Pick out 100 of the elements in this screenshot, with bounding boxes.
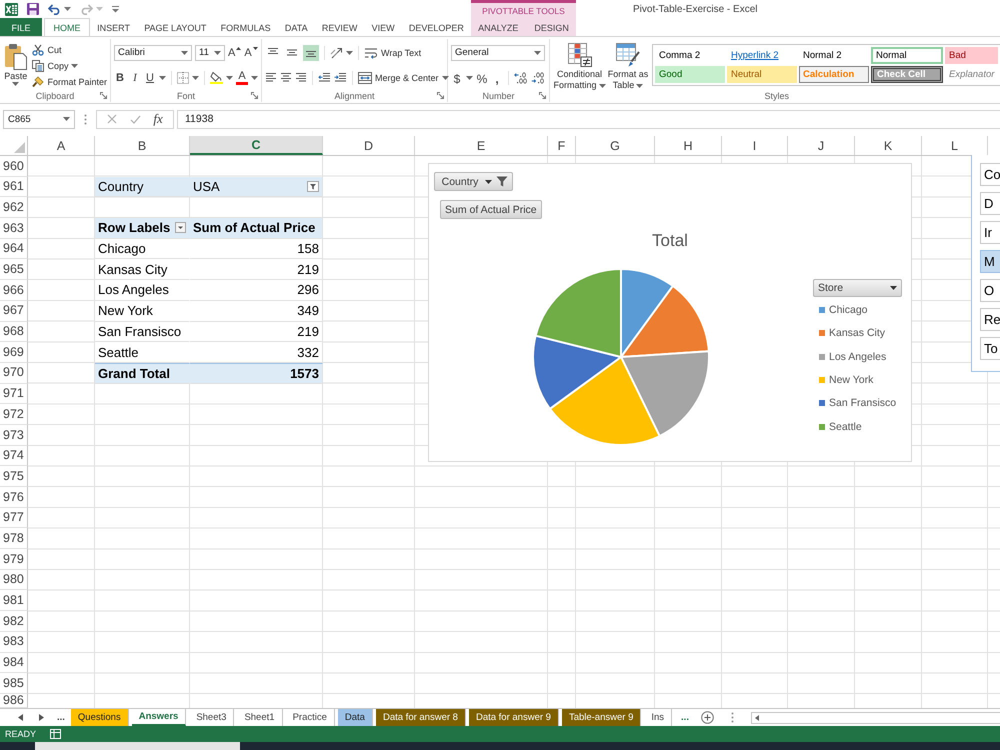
format-as-table-button[interactable]: Format as Table bbox=[606, 41, 650, 89]
ribbon-tab[interactable]: DATA bbox=[278, 18, 315, 36]
bold-button[interactable]: B bbox=[114, 70, 126, 86]
ribbon-tab[interactable]: VIEW bbox=[364, 18, 402, 36]
sheet-icon[interactable] bbox=[50, 729, 62, 739]
dialog-launcher-icon[interactable] bbox=[251, 92, 258, 99]
add-sheet-icon[interactable] bbox=[700, 711, 714, 724]
ribbon-tab[interactable]: HOME bbox=[44, 18, 90, 36]
scroll-left-icon[interactable] bbox=[18, 714, 23, 721]
customize-toolbar-icon[interactable] bbox=[112, 6, 119, 12]
conditional-formatting-button[interactable]: Conditional Formatting bbox=[553, 41, 606, 89]
column-header[interactable]: D bbox=[323, 136, 415, 155]
column-header[interactable]: G bbox=[576, 136, 655, 155]
ribbon-tab[interactable]: DESIGN bbox=[526, 18, 577, 36]
cell-style-item[interactable]: Good bbox=[655, 66, 725, 83]
caret-icon[interactable] bbox=[64, 7, 71, 11]
font-name-dropdown[interactable]: Calibri bbox=[114, 44, 192, 60]
grow-font-button[interactable]: A bbox=[228, 44, 242, 60]
slicer-item[interactable]: Re bbox=[980, 308, 1000, 331]
increase-indent-icon[interactable] bbox=[334, 72, 347, 83]
vertical-align-button[interactable] bbox=[303, 44, 319, 60]
horizontal-scrollbar[interactable] bbox=[750, 712, 1000, 724]
dialog-launcher-icon[interactable] bbox=[539, 92, 546, 99]
name-box[interactable]: C865 bbox=[3, 110, 75, 128]
spreadsheet-logo-icon[interactable] bbox=[5, 2, 18, 16]
underline-button[interactable]: U bbox=[144, 70, 156, 86]
cell-style-item[interactable]: Neutral bbox=[727, 66, 797, 83]
slicer-item[interactable]: Co bbox=[980, 163, 1000, 186]
cell-style-item[interactable]: Normal bbox=[871, 47, 943, 64]
percent-button[interactable]: % bbox=[476, 70, 488, 86]
column-header[interactable]: E bbox=[415, 136, 548, 155]
scroll-left-icon[interactable] bbox=[754, 714, 759, 720]
ribbon-tab[interactable]: PAGE LAYOUT bbox=[137, 18, 214, 36]
vertical-dots-icon[interactable] bbox=[84, 114, 87, 124]
insert-function-button[interactable]: fx bbox=[153, 111, 163, 127]
dialog-launcher-icon[interactable] bbox=[100, 92, 107, 99]
orientation-icon[interactable] bbox=[330, 46, 343, 58]
increase-decimal-icon[interactable] bbox=[514, 72, 528, 84]
sheet-tab[interactable]: Questions bbox=[70, 709, 129, 726]
country-field-button[interactable]: Country bbox=[434, 172, 513, 191]
slicer-item[interactable]: O bbox=[980, 279, 1000, 302]
wrap-text-button[interactable]: Wrap Text bbox=[364, 45, 422, 60]
ribbon-tab[interactable]: INSERT bbox=[90, 18, 138, 36]
italic-button[interactable]: I bbox=[129, 70, 141, 86]
cell-style-item[interactable]: Normal 2 bbox=[799, 47, 869, 64]
formula-input[interactable]: 11938 bbox=[177, 110, 1000, 128]
caret-icon[interactable] bbox=[466, 76, 473, 80]
column-header[interactable]: F bbox=[548, 136, 576, 155]
save-icon[interactable] bbox=[27, 3, 39, 15]
fill-color-icon[interactable] bbox=[210, 71, 223, 84]
cut-button[interactable]: Cut bbox=[32, 42, 107, 57]
copy-button[interactable]: Copy bbox=[32, 58, 107, 73]
cell-style-item[interactable]: Comma 2 bbox=[655, 47, 725, 64]
ribbon-tab[interactable]: DEVELOPER bbox=[402, 18, 472, 36]
slicer-item[interactable]: M bbox=[980, 250, 1000, 273]
ribbon-tab[interactable]: REVIEW bbox=[314, 18, 364, 36]
slicer-item[interactable]: D bbox=[980, 192, 1000, 215]
caret-icon[interactable] bbox=[159, 76, 166, 80]
ribbon-tab[interactable]: ANALYZE bbox=[470, 18, 526, 36]
filter-icon[interactable] bbox=[307, 181, 319, 192]
caret-icon[interactable] bbox=[346, 50, 353, 54]
more-sheets-button[interactable]: ... bbox=[57, 712, 65, 723]
slicer-item[interactable]: To bbox=[980, 337, 1000, 360]
decrease-decimal-icon[interactable] bbox=[531, 72, 545, 84]
number-format-dropdown[interactable]: General bbox=[451, 44, 545, 60]
column-header[interactable]: I bbox=[722, 136, 788, 155]
more-sheets-button[interactable]: ... bbox=[681, 712, 689, 723]
comma-style-button[interactable]: , bbox=[491, 70, 503, 86]
caret-icon[interactable] bbox=[251, 76, 258, 80]
currency-button[interactable]: $ bbox=[451, 70, 463, 86]
merge-center-button[interactable]: Merge & Center bbox=[358, 70, 449, 85]
dialog-launcher-icon[interactable] bbox=[437, 92, 444, 99]
paste-button[interactable]: Paste bbox=[3, 41, 28, 89]
cell-style-item[interactable]: Hyperlink 2 bbox=[727, 47, 797, 64]
borders-icon[interactable] bbox=[177, 72, 189, 84]
value-field-button[interactable]: Sum of Actual Price bbox=[440, 200, 542, 219]
decrease-indent-icon[interactable] bbox=[318, 72, 331, 83]
ribbon-tab[interactable]: FORMULAS bbox=[214, 18, 278, 36]
cell-style-item[interactable]: Bad bbox=[945, 47, 998, 64]
vertical-dots-icon[interactable] bbox=[730, 712, 734, 723]
format-painter-button[interactable]: Format Painter bbox=[32, 74, 107, 89]
sheet-tab[interactable]: Data for answer 9 bbox=[468, 709, 559, 726]
shrink-font-button[interactable]: A bbox=[244, 44, 258, 60]
sheet-tab[interactable]: Data bbox=[338, 709, 373, 726]
sheet-tab[interactable]: Answers bbox=[132, 709, 186, 726]
slicer-item[interactable]: Ir bbox=[980, 221, 1000, 244]
caret-icon[interactable] bbox=[192, 76, 199, 80]
font-size-dropdown[interactable]: 11 bbox=[195, 44, 225, 60]
sheet-tab[interactable]: Table-answer 9 bbox=[562, 709, 642, 726]
dropdown-icon[interactable] bbox=[175, 222, 186, 234]
column-header[interactable]: H bbox=[655, 136, 722, 155]
file-tab[interactable]: FILE bbox=[0, 18, 42, 36]
cell-style-item[interactable]: Explanator bbox=[945, 66, 998, 83]
chart-area[interactable]: Country Sum of Actual Price Total Store Chicago Kansas City Los Angeles New York San Fransisco Seattle bbox=[428, 163, 912, 462]
undo-icon[interactable] bbox=[48, 4, 61, 14]
sheet-tab[interactable]: Data for answer 8 bbox=[376, 709, 466, 726]
column-header[interactable]: C bbox=[190, 136, 323, 155]
legend-field-button[interactable]: Store bbox=[813, 279, 902, 297]
font-color-button[interactable]: A bbox=[236, 70, 248, 85]
column-header[interactable]: K bbox=[855, 136, 922, 155]
